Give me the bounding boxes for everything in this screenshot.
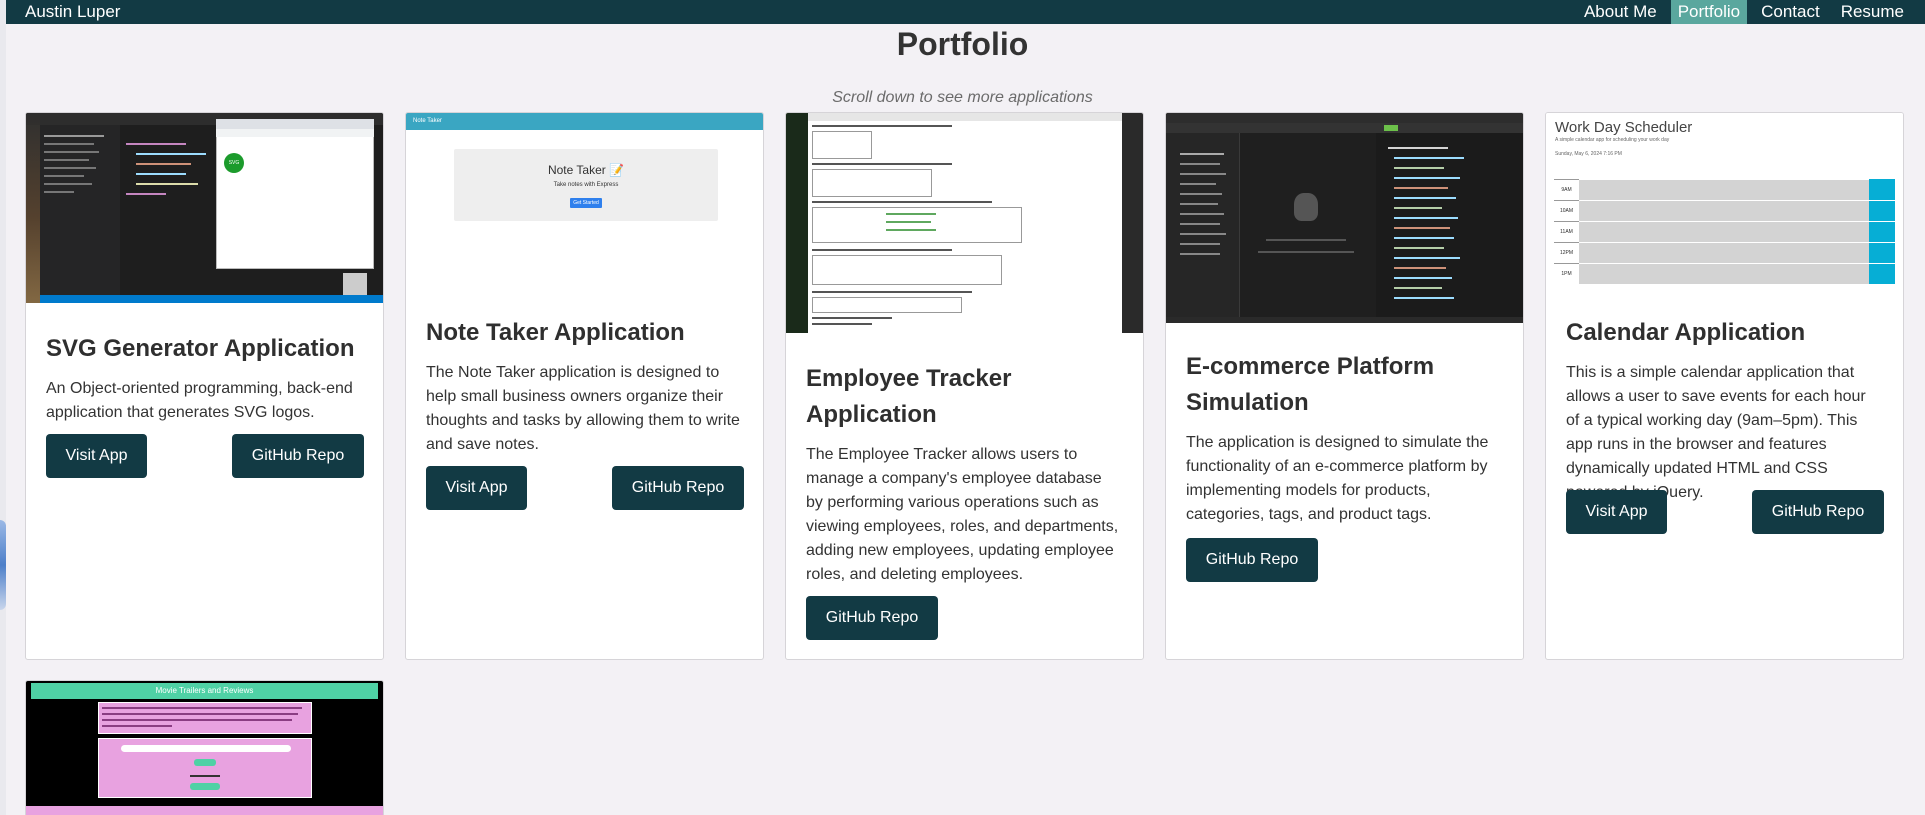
project-card-calendar: Work Day Scheduler A simple calendar app… (1545, 112, 1904, 660)
card-title: E-commerce Platform Simulation (1186, 353, 1435, 416)
calendar-shot-sub: A simple calendar app for scheduling you… (1555, 137, 1670, 143)
left-edge-strip (0, 0, 6, 815)
ecommerce-screenshot (1166, 113, 1523, 323)
note-taker-screenshot: Note Taker Note Taker 📝 Take notes with … (406, 113, 763, 287)
calendar-shot-date: Sunday, May 6, 2024 7:16 PM (1555, 151, 1622, 157)
project-card-svg-generator: SVG SVG Generator Application An Object-… (25, 112, 384, 660)
note-taker-body: Note Taker Application The Note Taker ap… (426, 315, 743, 457)
calendar-shot-hours: 9AM 10AM 11AM 12PM 1PM (1546, 179, 1903, 287)
page-subtitle: Scroll down to see more applications (832, 89, 1093, 106)
project-card-employee-tracker: Employee Tracker Application The Employe… (785, 112, 1144, 660)
card-title: SVG Generator Application (46, 335, 355, 362)
github-repo-button[interactable]: GitHub Repo (806, 596, 938, 640)
note-taker-shot-button: Get Started (570, 198, 602, 208)
nav-links: About Me Portfolio Contact Resume (1570, 0, 1925, 24)
nav-link-portfolio[interactable]: Portfolio (1670, 0, 1748, 24)
github-repo-button[interactable]: GitHub Repo (232, 434, 364, 478)
github-repo-button[interactable]: GitHub Repo (1186, 538, 1318, 582)
card-description: The Employee Tracker allows users to man… (806, 446, 1119, 583)
nav-link-contact[interactable]: Contact (1754, 0, 1827, 24)
project-card-note-taker: Note Taker Note Taker 📝 Take notes with … (405, 112, 764, 660)
movie-trailers-screenshot: Movie Trailers and Reviews (26, 681, 383, 815)
card-description: The Note Taker application is designed t… (426, 364, 740, 453)
visit-app-button[interactable]: Visit App (426, 466, 527, 510)
note-taker-shot-title: Note Taker 📝 (547, 163, 625, 177)
card-title: Employee Tracker Application (806, 365, 1012, 428)
note-taker-shot-sub: Take notes with Express (553, 182, 619, 188)
ecommerce-body: E-commerce Platform Simulation The appli… (1186, 349, 1503, 527)
github-repo-button[interactable]: GitHub Repo (1752, 490, 1884, 534)
project-card-ecommerce: E-commerce Platform Simulation The appli… (1165, 112, 1524, 660)
brand-name[interactable]: Austin Luper (6, 0, 120, 24)
employee-tracker-screenshot (786, 113, 1143, 333)
background-image-fragment (0, 520, 6, 610)
card-description: This is a simple calendar application th… (1566, 364, 1866, 501)
card-description: The application is designed to simulate … (1186, 434, 1489, 523)
svg-generator-screenshot: SVG (26, 113, 383, 303)
nav-link-resume[interactable]: Resume (1834, 0, 1911, 24)
project-card-movie-trailers: Movie Trailers and Reviews (25, 680, 384, 815)
employee-tracker-body: Employee Tracker Application The Employe… (806, 361, 1123, 587)
calendar-shot-title: Work Day Scheduler (1555, 119, 1693, 136)
note-taker-shot-header: Note Taker (406, 113, 763, 130)
top-navbar: Austin Luper About Me Portfolio Contact … (6, 0, 1925, 24)
card-title: Note Taker Application (426, 319, 685, 346)
card-description: An Object-oriented programming, back-end… (46, 380, 353, 421)
calendar-screenshot: Work Day Scheduler A simple calendar app… (1546, 113, 1903, 287)
nav-link-about[interactable]: About Me (1577, 0, 1664, 24)
calendar-body: Calendar Application This is a simple ca… (1566, 315, 1883, 505)
svg-logo-preview: SVG (224, 153, 244, 173)
card-title: Calendar Application (1566, 319, 1806, 346)
svg-generator-body: SVG Generator Application An Object-orie… (46, 331, 363, 425)
movie-shot-title: Movie Trailers and Reviews (31, 683, 378, 699)
page-title: Portfolio (896, 26, 1029, 62)
visit-app-button[interactable]: Visit App (1566, 490, 1667, 534)
github-repo-button[interactable]: GitHub Repo (612, 466, 744, 510)
visit-app-button[interactable]: Visit App (46, 434, 147, 478)
